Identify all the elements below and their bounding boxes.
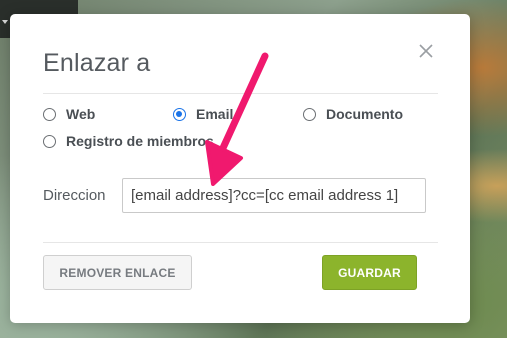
radio-button[interactable] [43, 134, 56, 148]
radio-documento[interactable]: Documento [303, 106, 403, 122]
close-icon [419, 44, 433, 58]
save-button[interactable]: GUARDAR [322, 255, 417, 290]
address-label: Direccion [43, 187, 106, 204]
radio-email[interactable]: Email [173, 106, 233, 122]
close-button[interactable] [415, 40, 437, 62]
address-input[interactable] [122, 178, 426, 213]
radio-web[interactable]: Web [43, 106, 95, 122]
divider [43, 242, 438, 243]
dialog-title: Enlazar a [43, 49, 151, 77]
radio-button[interactable] [43, 107, 56, 121]
radio-label-web: Web [66, 106, 96, 122]
radio-label-documento: Documento [326, 106, 403, 122]
remove-link-button[interactable]: REMOVER ENLACE [43, 255, 192, 290]
radio-label-registro: Registro de miembros [66, 133, 214, 149]
caret-down-icon [2, 20, 8, 24]
radio-button-selected[interactable] [173, 107, 186, 121]
divider [43, 93, 438, 94]
link-dialog: Enlazar a Web Email Documento Registro d… [10, 14, 470, 323]
radio-registro-miembros[interactable]: Registro de miembros [43, 133, 214, 149]
radio-button[interactable] [303, 107, 316, 121]
radio-label-email: Email [196, 106, 234, 122]
